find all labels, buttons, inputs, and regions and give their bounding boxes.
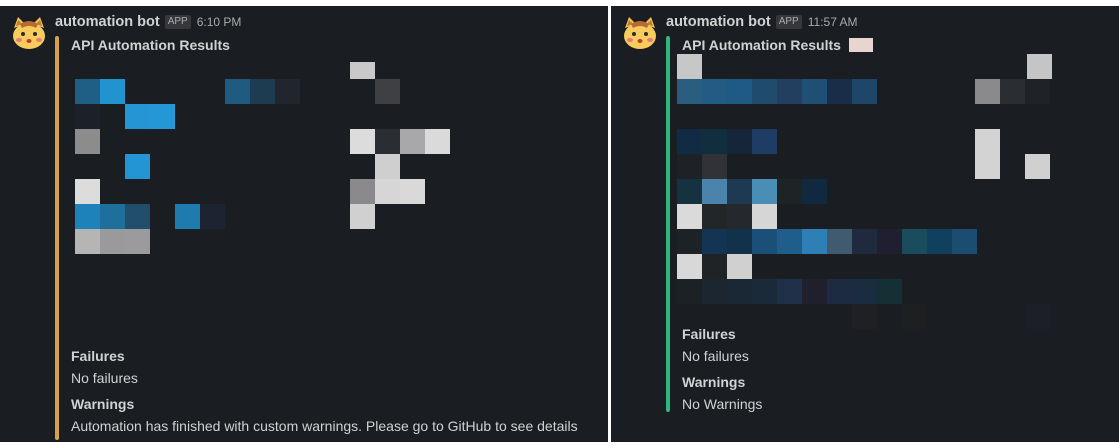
redaction-pixel — [752, 279, 777, 304]
redaction-pixel — [425, 129, 450, 154]
warnings-text: Automation has finished with custom warn… — [71, 418, 578, 434]
redaction-pixel — [802, 79, 827, 104]
redaction-pixel — [350, 179, 375, 204]
redaction-pixel — [727, 179, 752, 204]
failures-text: No failures — [71, 370, 138, 386]
redaction-pixel — [752, 129, 777, 154]
redaction-pixel — [702, 179, 727, 204]
redaction-pixel — [75, 179, 100, 204]
redaction-pixel — [702, 79, 727, 104]
redaction-pixel — [727, 129, 752, 154]
redaction-pixel — [125, 204, 150, 229]
redaction-pixel — [677, 79, 702, 104]
redaction-pixel — [125, 104, 150, 129]
redaction-pixel — [827, 279, 852, 304]
redaction-pixel — [827, 229, 852, 254]
redaction-pixel — [150, 104, 175, 129]
screenshot-stage: automation bot APP 6:10 PM API Automatio… — [0, 0, 1119, 448]
redaction-pixel — [350, 62, 375, 79]
redaction-pixel — [75, 229, 100, 254]
redaction-pixel — [677, 279, 702, 304]
redaction-pixel — [752, 229, 777, 254]
redaction-pixel — [702, 154, 727, 179]
redaction-pixel — [677, 254, 702, 279]
redaction-pixel — [100, 229, 125, 254]
redaction-pixel — [200, 204, 225, 229]
redaction-pixel — [702, 279, 727, 304]
redaction-pixel — [175, 204, 200, 229]
redaction-pixel — [852, 279, 877, 304]
redaction-pixel — [677, 229, 702, 254]
redaction-pixel — [1000, 79, 1025, 104]
redaction-pixel — [75, 129, 100, 154]
redaction-pixel — [375, 129, 400, 154]
redaction-pixel — [677, 54, 702, 79]
redaction-pixel — [802, 279, 827, 304]
redaction-pixel — [902, 229, 927, 254]
redaction-pixel — [927, 229, 952, 254]
redaction-pixel — [752, 204, 777, 229]
redaction-pixel — [677, 179, 702, 204]
redaction-pixel — [777, 279, 802, 304]
redaction-pixel — [952, 229, 977, 254]
redaction-pixel — [752, 79, 777, 104]
redaction-pixel — [677, 204, 702, 229]
redaction-pixel — [677, 129, 702, 154]
redaction-pixel — [1025, 79, 1050, 104]
redaction-pixel — [1025, 304, 1050, 329]
redaction-pixel — [727, 254, 752, 279]
redaction-pixel — [777, 179, 802, 204]
redaction-pixel — [902, 304, 927, 329]
redaction-pixel — [852, 79, 877, 104]
redaction-pixel — [375, 179, 400, 204]
redaction-pixel — [75, 104, 100, 129]
redaction-pixel — [777, 229, 802, 254]
redaction-pixel — [250, 79, 275, 104]
redaction-pixel — [727, 204, 752, 229]
redaction-pixel — [877, 279, 902, 304]
redaction-pixel — [1027, 54, 1052, 79]
redaction-pixel — [677, 154, 702, 179]
redaction-pixel — [100, 79, 125, 104]
redaction-pixel — [125, 154, 150, 179]
failures-text: No failures — [682, 348, 749, 364]
redaction-pixel — [702, 204, 727, 229]
failures-heading: Failures — [71, 348, 125, 364]
redaction-pixel — [400, 129, 425, 154]
message-panel-left: automation bot APP 6:10 PM API Automatio… — [0, 6, 608, 442]
redaction-pixel — [727, 279, 752, 304]
message-panel-right: automation bot APP 11:57 AM API Automati… — [611, 6, 1119, 442]
redaction-pixel — [975, 79, 1000, 104]
redaction-pixel — [350, 204, 375, 229]
redaction-pixel — [100, 204, 125, 229]
redaction-pixel — [702, 254, 727, 279]
failures-heading: Failures — [682, 326, 736, 342]
redaction-pixel — [975, 129, 1000, 179]
warnings-heading: Warnings — [682, 374, 746, 390]
redaction-pixel — [777, 79, 802, 104]
redaction-pixel — [702, 229, 727, 254]
redaction-pixel — [75, 204, 100, 229]
redaction-pixel — [852, 229, 877, 254]
redaction-pixel — [877, 229, 902, 254]
redaction-pixel — [802, 229, 827, 254]
warnings-heading: Warnings — [71, 396, 135, 412]
redaction-pixel — [802, 179, 827, 204]
redaction-pixel — [225, 79, 250, 104]
redaction-pixel — [275, 79, 300, 104]
redaction-pixel — [75, 79, 100, 104]
redaction-pixel — [375, 79, 400, 104]
redaction-pixel — [125, 229, 150, 254]
redaction-pixel — [827, 79, 852, 104]
redaction-pixel — [852, 304, 877, 329]
redaction-pixel — [350, 129, 375, 154]
redaction-pixel — [375, 154, 400, 179]
warnings-text: No Warnings — [682, 396, 763, 412]
redaction-pixel — [1025, 154, 1050, 179]
redaction-pixel — [702, 129, 727, 154]
redaction-pixel — [400, 179, 425, 204]
redaction-pixel — [727, 79, 752, 104]
redaction-pixel — [752, 179, 777, 204]
redaction-pixel — [727, 229, 752, 254]
